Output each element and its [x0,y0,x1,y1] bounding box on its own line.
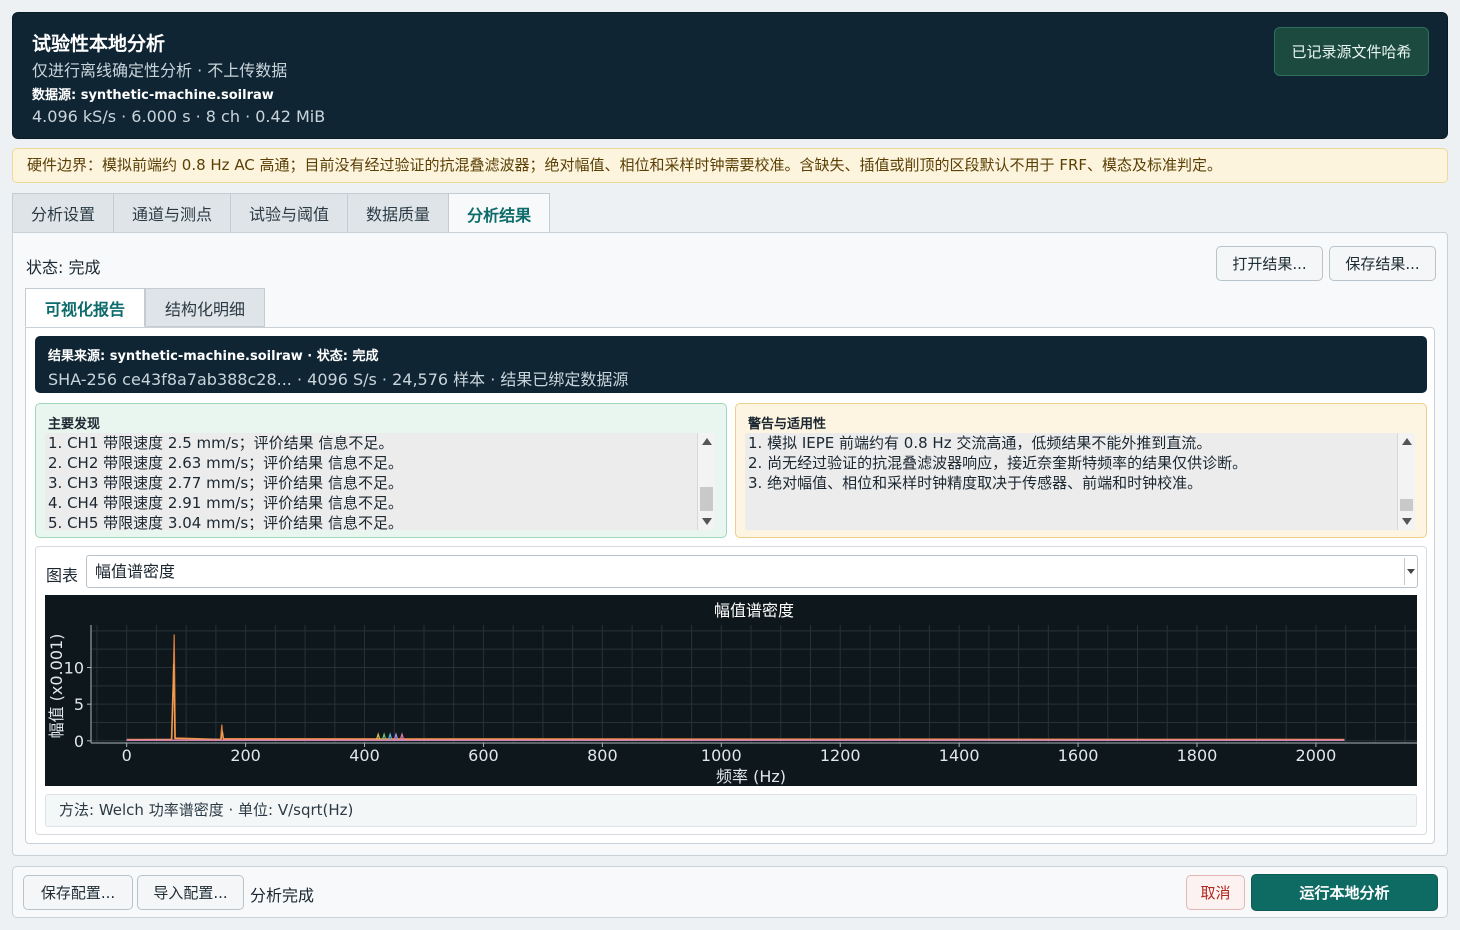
tab-structured-details[interactable]: 结构化明细 [145,288,266,327]
cancel-button[interactable]: 取消 [1186,875,1245,910]
findings-scrollbar[interactable] [697,433,715,530]
open-results-button[interactable]: 打开结果... [1216,246,1323,281]
chart-x-tick-label: 1800 [1177,746,1218,765]
save-config-button[interactable]: 保存配置... [23,875,133,910]
hash-recorded-badge: 已记录源文件哈希 [1274,27,1429,76]
chart-section: 图表 幅值谱密度 0 200 400 600 800 1000 1200 1400 1600 18… [35,546,1427,835]
result-status: 状态: 完成 [26,258,101,277]
result-hash-line: SHA-256 ce43f8a7ab388c28... · 4096 S/s ·… [48,370,629,389]
chart-x-axis-label: 频率 (Hz) [716,767,786,786]
chart-y-tick-label: 10 [64,659,84,678]
data-stats: 4.096 kS/s · 6.000 s · 8 ch · 0.42 MiB [32,107,326,126]
list-item: 1. CH1 带限速度 2.5 mm/s；评价结果 信息不足。 [48,434,394,452]
chart-x-tick-label: 1400 [939,746,980,765]
scroll-thumb[interactable] [700,487,713,511]
scroll-up-icon[interactable] [1402,438,1412,445]
visual-report: 结果来源: synthetic-machine.soilraw · 状态: 完成… [25,327,1435,844]
save-results-button[interactable]: 保存结果... [1329,246,1436,281]
chart-x-tick-label: 400 [349,746,380,765]
run-analysis-button[interactable]: 运行本地分析 [1251,874,1438,911]
chevron-down-icon[interactable] [1404,558,1416,585]
data-source: 数据源: synthetic-machine.soilraw [32,88,274,103]
chart-type-select[interactable]: 幅值谱密度 [86,555,1418,588]
chart-y-tick-label: 5 [74,695,84,714]
list-item: 4. CH4 带限速度 2.91 mm/s；评价结果 信息不足。 [48,494,403,512]
warnings-title: 警告与适用性 [748,417,827,432]
list-item: 3. CH3 带限速度 2.77 mm/s；评价结果 信息不足。 [48,474,403,492]
chart-x-tick-label: 1600 [1058,746,1099,765]
footer-status: 分析完成 [250,886,315,905]
tab-channels[interactable]: 通道与测点 [113,193,231,233]
warnings-list[interactable]: 1. 模拟 IEPE 前端约有 0.8 Hz 交流高通，低频结果不能外推到直流。… [745,433,1415,530]
warnings-scrollbar[interactable] [1397,433,1415,530]
app-subtitle: 仅进行离线确定性分析 · 不上传数据 [32,61,288,80]
list-item: 2. 尚无经过验证的抗混叠滤波器响应，接近奈奎斯特频率的结果仅供诊断。 [748,454,1248,472]
chart-series-line [126,634,1345,740]
tab-analysis-results[interactable]: 分析结果 [448,193,551,234]
spectrum-chart: 0 200 400 600 800 1000 1200 1400 1600 1800 2000 0 5 1… [45,595,1417,786]
import-config-button[interactable]: 导入配置... [137,875,244,910]
spectrum-chart-svg: 0 200 400 600 800 1000 1200 1400 1600 1800 2000 0 5 1… [47,601,1417,786]
footer-bar: 保存配置... 导入配置... 分析完成 取消 运行本地分析 [12,866,1448,918]
scroll-down-icon[interactable] [702,518,712,525]
list-item: 3. 绝对幅值、相位和采样时钟精度取决于传感器、前端和时钟校准。 [748,474,1203,492]
list-item: 1. 模拟 IEPE 前端约有 0.8 Hz 交流高通，低频结果不能外推到直流。 [748,434,1212,452]
chart-x-tick-label: 200 [230,746,261,765]
tab-visual-report[interactable]: 可视化报告 [25,288,146,327]
findings-card: 主要发现 1. CH1 带限速度 2.5 mm/s；评价结果 信息不足。 2. … [35,403,727,538]
result-source-line: 结果来源: synthetic-machine.soilraw · 状态: 完成 [48,349,379,364]
warnings-card: 警告与适用性 1. 模拟 IEPE 前端约有 0.8 Hz 交流高通，低频结果不… [735,403,1427,538]
scroll-down-icon[interactable] [1402,518,1412,525]
report-sub-tabs: 可视化报告 结构化明细 [25,288,266,327]
chart-y-axis-label: 幅值 (x0.001) [47,634,66,739]
list-item: 5. CH5 带限速度 3.04 mm/s；评价结果 信息不足。 [48,514,403,530]
findings-title: 主要发现 [48,417,101,432]
chart-select-label: 图表 [46,566,79,585]
hardware-warning-banner: 硬件边界：模拟前端约 0.8 Hz AC 高通；目前没有经过验证的抗混叠滤波器；… [12,148,1448,183]
chart-x-tick-label: 600 [468,746,499,765]
scroll-up-icon[interactable] [702,438,712,445]
app-title: 试验性本地分析 [32,33,166,55]
scroll-thumb[interactable] [1400,499,1413,511]
chart-method-info: 方法: Welch 功率谱密度 · 单位: V/sqrt(Hz) [45,794,1417,827]
results-panel: 状态: 完成 打开结果... 保存结果... 可视化报告 结构化明细 结果来源:… [12,232,1448,856]
chart-x-tick-label: 1000 [701,746,742,765]
chart-x-tick-label: 1200 [820,746,861,765]
chart-x-tick-label: 800 [587,746,618,765]
main-tabs: 分析设置 通道与测点 试验与阈值 数据质量 分析结果 [12,193,551,234]
tab-data-quality[interactable]: 数据质量 [347,193,449,233]
result-source-bar: 结果来源: synthetic-machine.soilraw · 状态: 完成… [35,336,1427,393]
chart-x-tick-label: 2000 [1296,746,1337,765]
list-item: 2. CH2 带限速度 2.63 mm/s；评价结果 信息不足。 [48,454,403,472]
chart-y-tick-label: 0 [74,732,84,751]
tab-analysis-settings[interactable]: 分析设置 [12,193,114,233]
app-header: 试验性本地分析 仅进行离线确定性分析 · 不上传数据 数据源: syntheti… [12,12,1448,139]
chart-title: 幅值谱密度 [714,601,794,620]
chart-select-value: 幅值谱密度 [95,562,176,581]
findings-list[interactable]: 1. CH1 带限速度 2.5 mm/s；评价结果 信息不足。 2. CH2 带… [45,433,715,530]
tab-tests-thresholds[interactable]: 试验与阈值 [230,193,348,233]
chart-x-tick-label: 0 [122,746,132,765]
chart-series-line [126,663,1345,741]
